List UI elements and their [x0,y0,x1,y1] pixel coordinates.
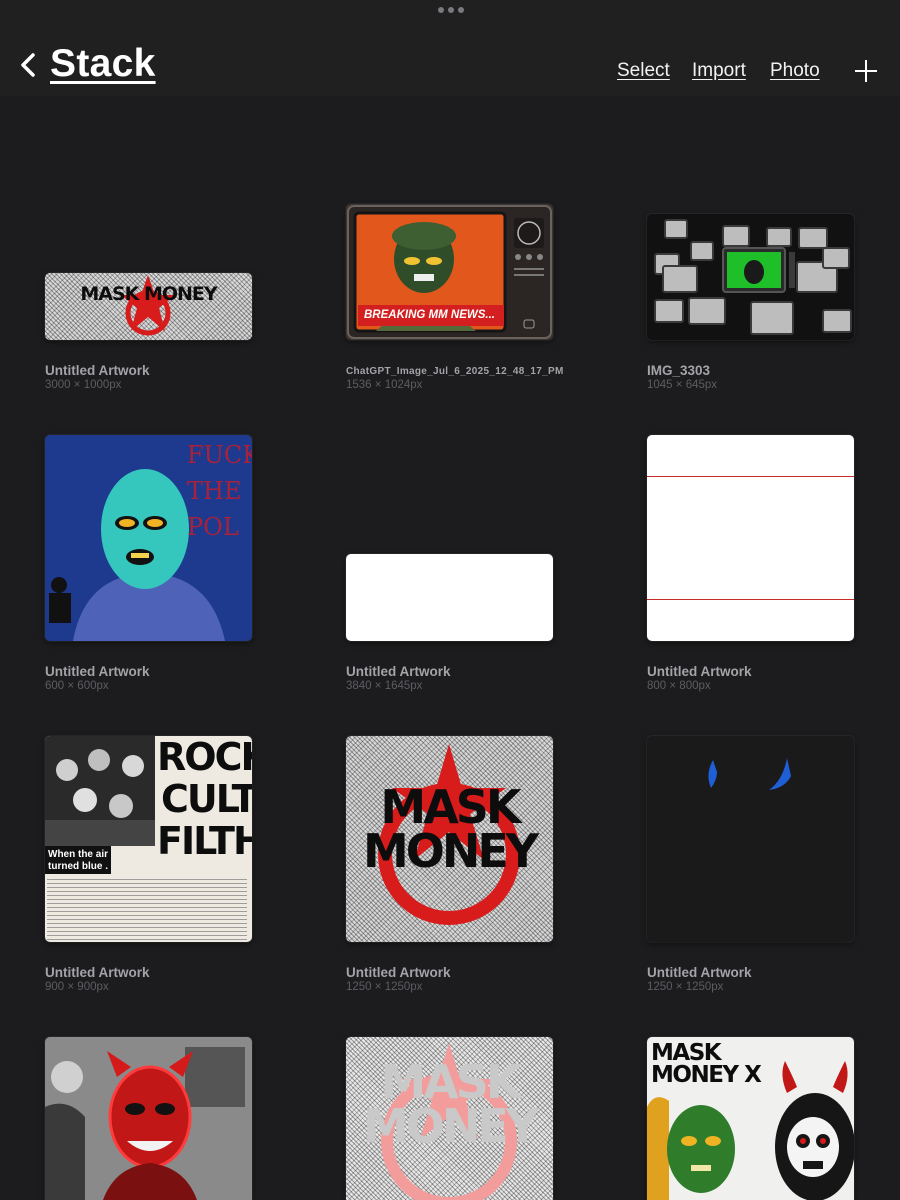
artwork-title: Untitled Artwork [346,965,451,980]
artwork-dimensions: 1536 × 1024px [346,379,423,391]
artwork-thumbnail[interactable] [346,554,553,641]
artwork-thumbnail[interactable]: MASK MONEY [346,736,553,942]
thumbnail-text: MASK MONEY [362,1055,539,1153]
artwork-title: Untitled Artwork [45,664,150,679]
artwork-dimensions: 900 × 900px [45,981,109,993]
page-title[interactable]: Stack [50,42,156,86]
artwork-thumbnail[interactable]: ROCK CULT FILTH When the air turned blue… [45,736,252,942]
artwork-dimensions: 1250 × 1250px [346,981,423,993]
thumbnail-text: MASK MONEY [80,283,217,305]
headline-filth: FILTH [157,819,252,863]
artwork-title: Untitled Artwork [346,664,451,679]
artwork-title: Untitled Artwork [45,363,150,378]
thumbnail-text: MASK MONEY [362,780,539,878]
plus-icon[interactable] [854,59,878,83]
red-guide-line [647,599,854,600]
artwork-title: IMG_3303 [647,363,711,378]
artwork-dimensions: 1045 × 645px [647,379,718,391]
artwork-title: ChatGPT_Image_Jul_6_2025_12_48_17_PM [346,366,564,377]
artwork-thumbnail[interactable]: MASK MONEY [45,273,252,340]
back-chevron-icon[interactable] [18,52,40,78]
headline-cult: CULT [161,777,252,821]
multitasking-handle[interactable] [438,7,464,13]
thumbnail-text: FUCK THE POL [187,441,252,541]
thumbnail-text: MASK MONEY X [651,1040,762,1088]
artwork-thumbnail[interactable] [647,736,854,942]
photo-button[interactable]: Photo [770,60,820,82]
artwork-title: Untitled Artwork [45,965,150,980]
artwork-thumbnail[interactable]: FUCK THE POL [45,435,252,641]
photo-collage [45,736,155,846]
artwork-thumbnail[interactable]: MASK MONEY [346,1037,553,1200]
headline-rock: ROCK [157,736,252,779]
artwork-dimensions: 1250 × 1250px [647,981,724,993]
artwork-thumbnail[interactable]: BREAKING MM NEWS... [346,204,553,340]
import-button[interactable]: Import [692,60,746,82]
artwork-thumbnail[interactable]: MASK MONEY X [647,1037,854,1200]
artwork-thumbnail[interactable] [647,435,854,641]
artwork-title: Untitled Artwork [647,664,752,679]
artwork-dimensions: 3000 × 1000px [45,379,122,391]
artwork-title: Untitled Artwork [647,965,752,980]
newsprint-columns [47,878,247,940]
breaking-banner: BREAKING MM NEWS... [358,305,504,326]
artwork-dimensions: 800 × 800px [647,680,711,692]
artwork-dimensions: 3840 × 1645px [346,680,423,692]
artwork-thumbnail[interactable] [647,214,854,340]
thumbnail-text: BREAKING MM NEWS... [364,309,495,321]
artwork-thumbnail[interactable] [45,1037,252,1200]
red-guide-line [647,476,854,477]
artwork-dimensions: 600 × 600px [45,680,109,692]
subheadline: When the air turned blue . . [45,846,111,883]
select-button[interactable]: Select [617,60,670,82]
